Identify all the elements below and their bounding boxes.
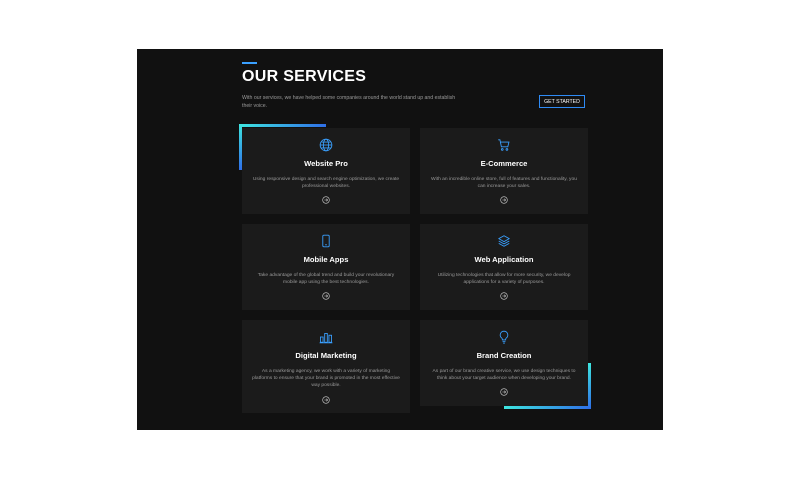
layers-icon	[497, 234, 511, 248]
arrow-circle-right-icon[interactable]	[500, 388, 508, 396]
heading-accent-line	[242, 62, 257, 64]
service-card-description: Take advantage of the global trend and b…	[257, 273, 395, 286]
service-card-description: As part of our brand creative service, w…	[432, 369, 576, 382]
section-intro: With our services, we have helped some c…	[242, 95, 456, 109]
service-card-e-commerce[interactable]: E-Commerce With an incredible online sto…	[420, 128, 588, 214]
services-section: OUR SERVICES With our services, we have …	[137, 49, 663, 430]
corner-accent-bottom-right-vertical	[588, 363, 591, 409]
service-card-title: Brand Creation	[476, 351, 532, 360]
service-card-title: Web Application	[474, 255, 534, 264]
smartphone-icon	[319, 234, 333, 248]
arrow-circle-right-icon[interactable]	[500, 196, 508, 204]
service-card-web-application[interactable]: Web Application Utilizing technologies t…	[420, 224, 588, 310]
shopping-cart-icon	[497, 138, 511, 152]
corner-accent-bottom-right	[504, 406, 591, 409]
service-card-title: E-Commerce	[480, 159, 528, 168]
arrow-circle-right-icon[interactable]	[500, 292, 508, 300]
corner-accent-top-left	[239, 124, 326, 127]
section-title: OUR SERVICES	[242, 68, 367, 85]
service-card-description: Using responsive design and search engin…	[252, 177, 400, 190]
lightbulb-icon	[497, 330, 511, 344]
get-started-button[interactable]: GET STARTED	[539, 95, 585, 108]
service-card-website-pro[interactable]: Website Pro Using responsive design and …	[242, 128, 410, 214]
arrow-circle-right-icon[interactable]	[322, 196, 330, 204]
service-card-mobile-apps[interactable]: Mobile Apps Take advantage of the global…	[242, 224, 410, 310]
arrow-circle-right-icon[interactable]	[322, 396, 330, 404]
service-card-title: Mobile Apps	[303, 255, 349, 264]
service-card-digital-marketing[interactable]: Digital Marketing As a marketing agency,…	[242, 320, 410, 413]
arrow-circle-right-icon[interactable]	[322, 292, 330, 300]
service-card-title: Website Pro	[304, 159, 348, 168]
service-card-description: With an incredible online store, full of…	[431, 177, 577, 190]
bar-chart-icon	[319, 330, 333, 344]
globe-icon	[319, 138, 333, 152]
service-card-description: Utilizing technologies that allow for mo…	[437, 273, 571, 286]
service-card-title: Digital Marketing	[295, 351, 357, 360]
service-card-description: As a marketing agency, we work with a va…	[252, 369, 400, 389]
service-card-brand-creation[interactable]: Brand Creation As part of our brand crea…	[420, 320, 588, 406]
